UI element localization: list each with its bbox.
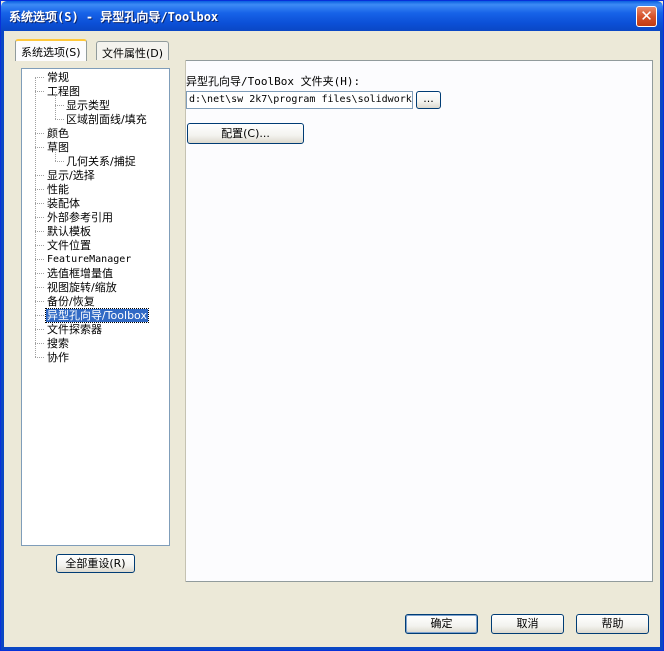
tree-connector-line: [35, 217, 44, 218]
tree-connector-line: [35, 343, 44, 344]
tree-connector-line: [35, 301, 44, 302]
toolbox-folder-input[interactable]: d:\net\sw 2k7\program files\solidwork: [186, 91, 413, 109]
title-bar[interactable]: 系统选项(S) - 异型孔向导/Toolbox ✕: [1, 1, 663, 31]
tree-item[interactable]: 几何关系/捕捉: [65, 155, 137, 168]
tree-connector-line: [55, 161, 64, 162]
tree-item[interactable]: 默认模板: [46, 225, 92, 238]
close-icon[interactable]: ✕: [636, 6, 657, 27]
tree-connector-line: [55, 92, 56, 105]
tree-connector-line: [55, 119, 64, 120]
window-title: 系统选项(S) - 异型孔向导/Toolbox: [9, 10, 219, 24]
tree-item[interactable]: 显示类型: [65, 99, 111, 112]
tree-item[interactable]: 工程图: [46, 85, 81, 98]
tree-item[interactable]: 外部参考引用: [46, 211, 114, 224]
tree-connector-line: [35, 329, 44, 330]
tree-connector-line: [35, 245, 44, 246]
tree-connector-line: [35, 91, 44, 92]
tree-item[interactable]: 文件探索器: [46, 323, 103, 336]
tree-connector-line: [35, 133, 44, 134]
tree-item[interactable]: 文件位置: [46, 239, 92, 252]
window-frame-bottom: [1, 647, 663, 650]
browse-button[interactable]: ...: [416, 91, 441, 109]
reset-all-button[interactable]: 全部重设(R): [56, 554, 135, 573]
tree-connector-line: [35, 287, 44, 288]
tree-item[interactable]: 常规: [46, 71, 70, 84]
tree-item[interactable]: 选值框增量值: [46, 267, 114, 280]
tree-connector-line: [35, 147, 44, 148]
tree-item[interactable]: 备份/恢复: [46, 295, 96, 308]
ok-button[interactable]: 确定: [405, 614, 478, 634]
tree-connector-line: [55, 106, 56, 119]
tree-item[interactable]: 草图: [46, 141, 70, 154]
options-tree[interactable]: 常规 工程图 显示类型 区域剖面线/填充 颜色 草图 几何关系/捕捉 显示/选择 性能 装配体 外部…: [21, 68, 170, 546]
tab-system-options[interactable]: 系统选项(S): [15, 39, 87, 61]
cancel-button[interactable]: 取消: [491, 614, 564, 634]
window-frame-left: [1, 31, 4, 650]
tree-item[interactable]: 装配体: [46, 197, 81, 210]
tree-connector-line: [35, 273, 44, 274]
toolbox-folder-label: 异型孔向导/ToolBox 文件夹(H):: [186, 75, 361, 88]
tree-item[interactable]: 视图旋转/缩放: [46, 281, 118, 294]
tree-item[interactable]: 显示/选择: [46, 169, 96, 182]
tree-connector-line: [55, 148, 56, 161]
tree-connector-line: [35, 203, 44, 204]
configure-button[interactable]: 配置(C)...: [187, 123, 304, 144]
tree-connector-line: [35, 259, 44, 260]
tree-item[interactable]: 性能: [46, 183, 70, 196]
tree-item[interactable]: 区域剖面线/填充: [65, 113, 148, 126]
tree-connector-line: [35, 315, 44, 316]
tree-item[interactable]: 颜色: [46, 127, 70, 140]
help-button[interactable]: 帮助: [576, 614, 649, 634]
system-options-dialog: 系统选项(S) - 异型孔向导/Toolbox ✕ 系统选项(S) 文件属性(D…: [0, 0, 664, 651]
tree-item[interactable]: FeatureManager: [46, 253, 132, 266]
tree-connector-line: [35, 175, 44, 176]
tree-connector-line: [35, 189, 44, 190]
tree-connector-line: [35, 77, 44, 78]
window-frame-right: [660, 31, 663, 650]
tree-item[interactable]: 协作: [46, 351, 70, 364]
tree-item[interactable]: 异型孔向导/Toolbox: [45, 308, 149, 323]
tree-connector-line: [35, 357, 44, 358]
tree-connector-line: [55, 105, 64, 106]
tree-connector-line: [35, 231, 44, 232]
tab-document-properties[interactable]: 文件属性(D): [96, 41, 170, 61]
tree-item[interactable]: 搜索: [46, 337, 70, 350]
